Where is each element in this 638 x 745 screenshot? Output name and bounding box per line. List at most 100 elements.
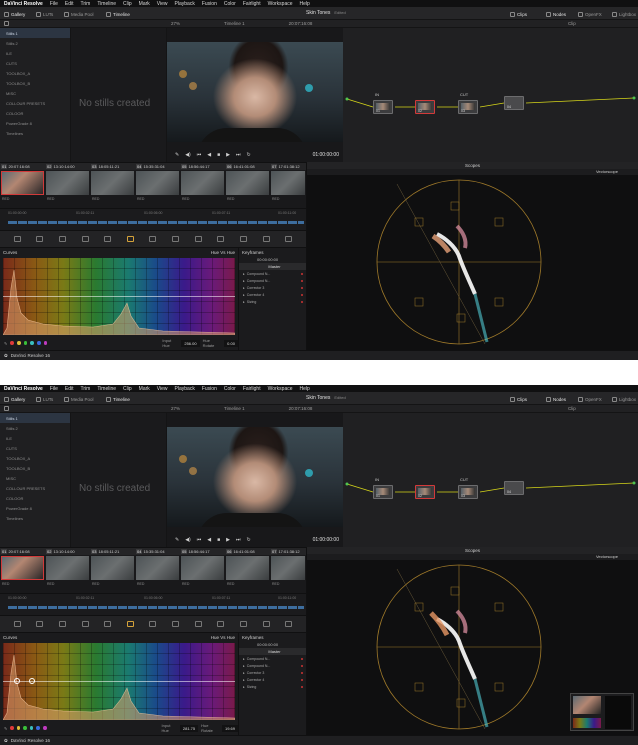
motion-effects-icon[interactable] [104, 621, 112, 627]
album-item[interactable]: Timelines [0, 513, 70, 523]
menu-app[interactable]: DaVinci Resolve [4, 1, 43, 7]
node-mode-select[interactable]: Clip [568, 21, 576, 26]
blue-swatch[interactable] [36, 726, 41, 730]
timeline-name[interactable]: Timeline 1 [224, 406, 245, 411]
yellow-swatch[interactable] [16, 726, 21, 730]
album-item[interactable]: TOOLBOX_B [0, 463, 70, 473]
nodes-button[interactable]: Nodes [546, 10, 566, 18]
color-wheels-icon[interactable] [59, 236, 67, 242]
clip-thumbnail[interactable]: 01 20:07:16:08 RED [0, 163, 45, 209]
album-item[interactable]: COLLOUR PRESETS [0, 483, 70, 493]
blur-icon[interactable] [217, 621, 225, 627]
node-mode-select[interactable]: Clip [568, 406, 576, 411]
mini-timeline[interactable]: 01:00:00:00 01:00:02:11 01:00:06:00 01:0… [0, 208, 306, 230]
node-04[interactable]: 04 [504, 481, 524, 495]
node-02[interactable]: 02 [415, 485, 435, 499]
luts-tab[interactable]: LUTs [36, 395, 53, 403]
menu-fusion[interactable]: Fusion [202, 1, 217, 7]
keyframe-row[interactable]: ▸ Compound N... [239, 662, 306, 669]
keyframe-row[interactable]: ▸ Compound N... [239, 270, 306, 277]
expand-icon[interactable]: ▸ [243, 685, 245, 689]
node-editor[interactable]: IN 01 02 CUT 03 04 [343, 413, 638, 547]
key-icon[interactable] [239, 621, 247, 627]
menu-workspace[interactable]: Workspace [268, 1, 293, 7]
menu-file[interactable]: File [50, 386, 58, 392]
clip-thumbnail[interactable]: 05 18:56:44:17 RED [180, 163, 225, 209]
curve-control-point[interactable] [14, 678, 20, 684]
cyan-swatch[interactable] [29, 726, 34, 730]
lightbox-button[interactable]: Lightbox [612, 395, 636, 403]
album-item[interactable]: MISC [0, 473, 70, 483]
3d-icon[interactable] [285, 236, 293, 242]
skip-start-icon[interactable]: ⏮ [197, 152, 202, 158]
loop-icon[interactable]: ↻ [247, 537, 251, 543]
menu-fusion[interactable]: Fusion [202, 386, 217, 392]
keyframe-row[interactable]: ▸ Sizing [239, 683, 306, 690]
magenta-swatch[interactable] [43, 726, 47, 730]
album-item[interactable]: Stills 2 [0, 38, 70, 48]
openfx-button[interactable]: OpenFX [578, 10, 602, 18]
nodes-button[interactable]: Nodes [546, 395, 566, 403]
blur-icon[interactable] [217, 236, 225, 242]
play-icon[interactable]: ▶ [226, 537, 230, 543]
timeline-track[interactable] [8, 606, 304, 609]
media-pool-tab[interactable]: Media Pool [64, 10, 94, 18]
keyframe-dot[interactable] [301, 685, 303, 688]
curves-icon[interactable] [126, 621, 134, 627]
node-04[interactable]: 04 [504, 96, 524, 110]
gallery-view-icon[interactable] [4, 21, 9, 26]
lightbox-button[interactable]: Lightbox [612, 10, 636, 18]
menu-trim[interactable]: Trim [81, 1, 91, 7]
color-match-icon[interactable] [36, 236, 44, 242]
album-item[interactable]: MISC [0, 88, 70, 98]
clip-thumbnail[interactable]: 01 20:07:16:08 RED [0, 548, 45, 594]
album-item[interactable]: PowerGrade 8 [0, 118, 70, 128]
clip-thumbnail[interactable]: 06 16:41:01:08 RED [225, 163, 270, 209]
album-item[interactable]: TOOLBOX_A [0, 68, 70, 78]
reverse-play-icon[interactable]: ◀ [207, 152, 211, 158]
clip-thumbnail[interactable]: 06 16:41:01:08 RED [225, 548, 270, 594]
color-wheels-icon[interactable] [59, 621, 67, 627]
node-02[interactable]: 02 [415, 100, 435, 114]
3d-icon[interactable] [285, 621, 293, 627]
album-item[interactable]: Stills 1 [0, 413, 70, 423]
menu-color[interactable]: Color [224, 1, 236, 7]
curve-line[interactable] [3, 296, 235, 297]
clip-thumbnail[interactable]: 05 18:56:44:17 RED [180, 548, 225, 594]
color-match-icon[interactable] [36, 621, 44, 627]
curves-icon[interactable] [126, 236, 134, 242]
keyframe-dot[interactable] [301, 678, 303, 681]
expand-icon[interactable]: ▸ [243, 678, 245, 682]
magenta-swatch[interactable] [43, 341, 48, 345]
audio-icon[interactable]: ◀) [185, 152, 191, 158]
rgb-mixer-icon[interactable] [81, 236, 89, 242]
keyframe-row[interactable]: ▸ Corrector 4 [239, 291, 306, 298]
skip-end-icon[interactable]: ⏭ [236, 537, 241, 543]
clip-thumbnail[interactable]: 03 18:05:11:21 RED [90, 163, 135, 209]
node-editor[interactable]: IN 01 02 CUT 03 04 [343, 28, 638, 162]
skip-start-icon[interactable]: ⏮ [197, 537, 202, 543]
blue-swatch[interactable] [37, 341, 41, 345]
keyframe-dot[interactable] [301, 272, 303, 275]
clip-thumbnail[interactable]: 04 15:35:31:04 RED [135, 548, 180, 594]
motion-effects-icon[interactable] [104, 236, 112, 242]
green-swatch[interactable] [23, 726, 27, 730]
clip-thumbnail[interactable]: 03 18:05:11:21 RED [90, 548, 135, 594]
expand-icon[interactable]: ▸ [243, 657, 245, 661]
key-icon[interactable] [239, 236, 247, 242]
input-hue-field[interactable]: 256.00 [181, 339, 200, 347]
expand-icon[interactable]: ▸ [243, 671, 245, 675]
stills-panel[interactable]: No stills created [71, 28, 167, 162]
expand-icon[interactable]: ▸ [243, 293, 245, 297]
clips-button[interactable]: Clips [510, 10, 527, 18]
menu-view[interactable]: View [157, 1, 168, 7]
keyframe-row[interactable]: ▸ Sizing [239, 298, 306, 305]
cyan-swatch[interactable] [30, 341, 35, 345]
timeline-name[interactable]: Timeline 1 [224, 21, 245, 26]
clip-thumbnail[interactable]: 02 13:10:14:00 RED [45, 548, 90, 594]
node-01[interactable]: 01 [373, 100, 393, 114]
album-item[interactable]: COLOOR [0, 493, 70, 503]
album-item[interactable]: CUTS [0, 58, 70, 68]
stop-icon[interactable]: ■ [217, 152, 220, 158]
keyframe-dot[interactable] [301, 279, 303, 282]
